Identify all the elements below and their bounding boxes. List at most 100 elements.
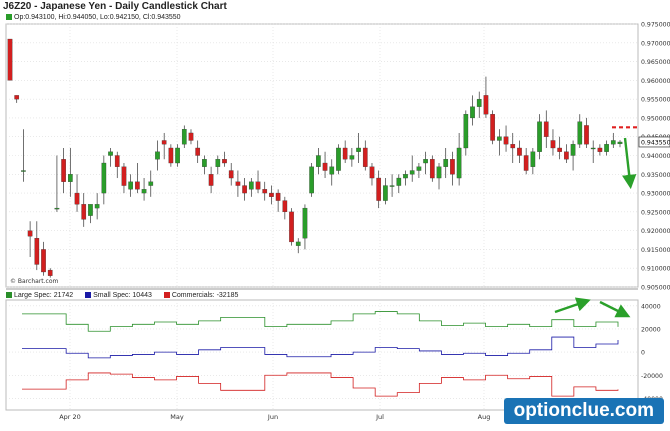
chart-root: J6Z20 - Japanese Yen - Daily Candlestick… (0, 0, 670, 431)
legend-commercial-swatch (163, 292, 170, 298)
candle-body (27, 230, 33, 237)
candle-body (416, 166, 422, 171)
cot-tick-label-1: 20000 (641, 326, 661, 333)
candle-body (175, 147, 180, 164)
candle-body (235, 181, 241, 186)
candle-body (188, 132, 194, 141)
candle-body (497, 136, 502, 141)
candle-body (202, 159, 207, 167)
candle-body (356, 147, 361, 152)
candle-body (302, 207, 308, 239)
candle-body (403, 174, 408, 179)
legend-commercial-label: Commercials: -32185 (171, 292, 239, 299)
candle-body (295, 241, 301, 246)
candle-body (336, 147, 341, 171)
candle-body (208, 174, 214, 186)
candle-body (610, 140, 616, 145)
candle-body (255, 181, 261, 190)
price-tick-label-3: 0.960000 (641, 78, 670, 85)
candle-72 (490, 110, 495, 145)
price-tick-label-2: 0.965000 (641, 59, 670, 66)
candle-body (94, 204, 100, 209)
candle-body (396, 177, 402, 186)
candle-body (342, 147, 348, 160)
candle-body (510, 144, 516, 149)
candle-body (114, 155, 120, 167)
candle-body (155, 151, 160, 160)
watermark-logo: optionclue.com (503, 398, 664, 424)
candle-body (490, 114, 495, 141)
candle-49 (336, 144, 341, 175)
candle-body (570, 144, 576, 156)
candle-body (389, 185, 395, 187)
candle-body (275, 192, 281, 201)
cot-tick-label-0: 40000 (641, 303, 661, 310)
panel-splitter (6, 288, 638, 290)
candle-body (141, 189, 147, 194)
candle-body (423, 159, 428, 164)
x-tick-label-1: May (170, 413, 184, 421)
candle-body (329, 166, 335, 175)
candle-body (429, 159, 435, 179)
candle-body (383, 185, 388, 201)
candle-body (88, 204, 93, 216)
candle-body (148, 181, 154, 186)
candle-42 (289, 208, 294, 246)
candle-body (577, 121, 583, 145)
price-tick-label-14: 0.905000 (641, 285, 670, 292)
candle-body (309, 166, 314, 194)
candle-body (483, 95, 489, 115)
cot-panel-frame (5, 299, 639, 411)
x-tick-label-3: Jul (375, 413, 384, 421)
cot-legend: Large Spec: 21742 Small Spec: 10443 Comm… (6, 292, 248, 299)
candle-body (81, 204, 87, 220)
candle-body (450, 159, 455, 175)
price-tick-label-9: 0.930000 (641, 191, 670, 198)
candle-body (168, 147, 174, 164)
candle-body (537, 121, 542, 152)
candle-body (242, 185, 247, 194)
candle-body (503, 136, 509, 145)
candle-body (41, 249, 46, 273)
price-tick-label-10: 0.925000 (641, 209, 670, 216)
candle-body (584, 125, 589, 145)
cot-tick-label-3: -20000 (641, 373, 663, 380)
candle-body (108, 151, 113, 156)
legend-small-spec: Small Spec: 10443 (85, 292, 152, 299)
candle-body (248, 181, 254, 190)
copyright-label: © Barchart.com (10, 278, 59, 285)
legend-small-label: Small Spec: 10443 (93, 292, 152, 299)
candle-body (121, 166, 127, 186)
legend-large-label: Large Spec: 21742 (14, 292, 74, 299)
price-chart-svg: 0.975000 0.970000 0.965000 0.960000 0.955000… (5, 22, 670, 421)
candle-body (181, 129, 187, 145)
candle-body (269, 192, 274, 197)
price-tick-label-12: 0.915000 (641, 247, 670, 254)
candle-body (362, 147, 368, 167)
candle-body (409, 170, 415, 175)
price-tick-label-13: 0.910000 (641, 266, 670, 273)
candle-body (101, 162, 107, 194)
candle-body (564, 151, 569, 160)
candle-body (456, 147, 462, 179)
candle-63 (429, 155, 435, 182)
candle-body (349, 155, 355, 160)
candle-body (597, 147, 603, 152)
candle-body (543, 121, 549, 137)
legend-commercials: Commercials: -32185 (163, 292, 239, 299)
candle-body (195, 147, 201, 156)
candle-body (557, 147, 562, 152)
candle-body (282, 200, 288, 213)
candle-body (530, 151, 536, 167)
candle-body (376, 177, 382, 201)
price-tick-label-8: 0.935000 (641, 172, 670, 179)
legend-large-swatch (6, 292, 12, 298)
candle-body (61, 159, 66, 182)
price-tick-label-1: 0.970000 (641, 40, 670, 47)
candle-body (54, 207, 60, 210)
candle-body (322, 162, 328, 171)
candle-body (436, 166, 442, 179)
candle-body (74, 192, 80, 205)
price-tick-label-4: 0.955000 (641, 97, 670, 104)
candle-body (470, 106, 475, 119)
